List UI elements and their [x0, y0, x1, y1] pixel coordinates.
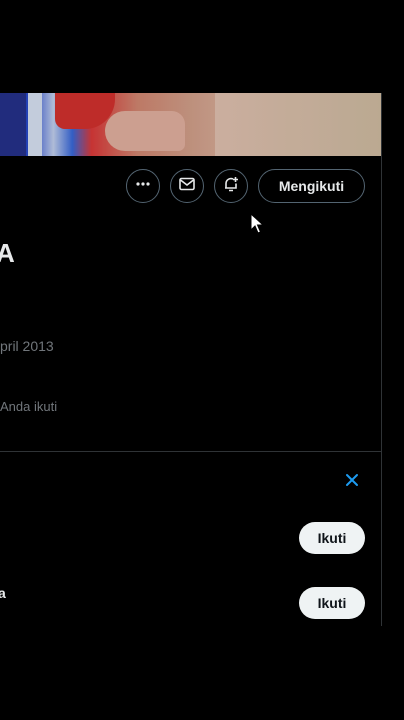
follow-button[interactable]: Ikuti — [299, 587, 365, 619]
more-horizontal-icon — [135, 176, 151, 197]
suggestion-name[interactable]: a — [0, 585, 6, 601]
follow-button[interactable]: Ikuti — [299, 522, 365, 554]
bell-plus-icon — [222, 175, 240, 198]
joined-date: pril 2013 — [0, 338, 54, 354]
profile-page: Mengikuti A pril 2013 Anda ikuti Ikuti a… — [0, 0, 404, 720]
column-divider — [381, 93, 382, 626]
followed-by-text[interactable]: Anda ikuti — [0, 399, 57, 414]
following-button[interactable]: Mengikuti — [258, 169, 365, 203]
envelope-icon — [178, 175, 196, 198]
mouse-cursor-icon — [250, 212, 265, 240]
more-button[interactable] — [126, 169, 160, 203]
close-icon[interactable] — [343, 471, 361, 489]
profile-name: A — [0, 238, 15, 268]
message-button[interactable] — [170, 169, 204, 203]
section-divider — [0, 451, 381, 452]
profile-banner-image — [0, 93, 381, 156]
notifications-button[interactable] — [214, 169, 248, 203]
